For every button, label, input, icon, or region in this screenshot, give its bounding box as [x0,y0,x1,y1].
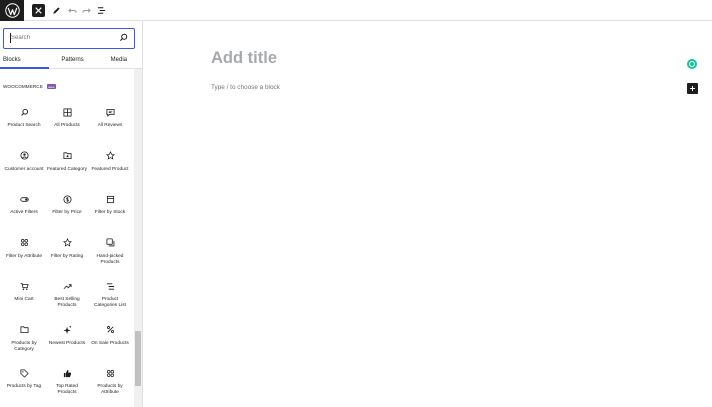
tab-media[interactable]: Media [96,51,142,68]
toggle-icon [19,196,29,202]
dollar-circle-icon [62,194,72,204]
list-icon [106,282,114,290]
block-grid: Product Search All Products All Reviews … [0,102,134,407]
redo-button[interactable] [79,6,93,15]
block-label: On Sale Products [91,340,129,346]
folder-star-icon [62,152,72,160]
block-hand-picked-products[interactable]: Hand-picked Products [89,233,131,277]
search-box [3,28,135,49]
category-title: WOOCOMMERCE [3,84,43,89]
star-outline-icon [62,238,72,247]
block-products-by-attribute[interactable]: Products by Attribute [89,363,131,407]
reviews-icon [105,108,115,117]
block-label: Product Categories List [94,297,126,309]
redo-icon [81,7,91,13]
woocommerce-badge-label: woo [48,84,55,89]
block-products-by-tag[interactable]: Products by Tag [3,363,45,407]
block-inserter-panel: Blocks Patterns Media WOOCOMMERCE woo Pr… [0,21,143,407]
close-icon [35,6,42,14]
block-product-search[interactable]: Product Search [3,102,45,146]
block-filter-by-rating[interactable]: Filter by Rating [46,233,88,277]
list-view-icon [97,6,105,14]
block-label: Top Rated Products [56,384,78,396]
percent-icon [106,326,114,333]
tools-button[interactable] [47,6,65,15]
add-block-button[interactable] [687,83,698,94]
block-label: Active Filters [10,210,38,215]
block-label: Featured Category [47,166,87,172]
woocommerce-badge: woo [46,84,56,89]
block-label: Customer account [4,166,44,172]
undo-button[interactable] [65,6,79,15]
block-label: Products by Category [11,340,37,352]
block-label: Filter by Attribute [6,253,42,259]
user-circle-icon [19,151,29,160]
block-filter-by-attribute[interactable]: Filter by Attribute [3,233,45,277]
block-filter-by-stock[interactable]: Filter by Stock [89,189,131,233]
editor-top-toolbar [0,0,712,21]
block-label: Best Selling Products [54,297,80,309]
search-icon [20,108,28,116]
block-filter-by-price[interactable]: Filter by Price [46,189,88,233]
attributes-icon [106,369,114,377]
grammarly-icon[interactable] [687,59,697,69]
block-customer-account[interactable]: Customer account [3,146,45,190]
block-label: Products by Attribute [97,384,123,396]
list-view-button[interactable] [93,6,109,15]
cart-icon [20,282,29,290]
block-label: Filter by Stock [94,210,126,215]
close-inserter-button[interactable] [32,3,45,17]
block-list: WOOCOMMERCE woo Product Search All Produ… [0,70,134,407]
block-label: All Products [54,123,80,128]
tab-patterns[interactable]: Patterns [49,51,95,68]
block-on-sale-products[interactable]: On Sale Products [89,320,131,364]
block-featured-category[interactable]: Featured Category [46,146,88,190]
block-top-rated-products[interactable]: Top Rated Products [46,363,88,407]
block-products-by-category[interactable]: Products by Category [3,320,45,364]
block-newest-products[interactable]: Newest Products [46,320,88,364]
search-icon[interactable] [119,33,128,42]
sparkle-icon [62,325,72,334]
block-mini-cart[interactable]: Mini Cart [3,276,45,320]
block-active-filters[interactable]: Active Filters [3,189,45,233]
attributes-icon [20,238,28,247]
category-header: WOOCOMMERCE woo [3,84,56,89]
star-icon [105,151,115,160]
block-all-reviews[interactable]: All Reviews [89,102,131,146]
block-label: Products by Tag [6,384,42,389]
undo-icon [67,7,77,13]
grid-icon [62,107,72,117]
post-title-input[interactable]: Add title [211,49,277,68]
tab-blocks[interactable]: Blocks [0,51,50,69]
block-label: Filter by Price [52,210,82,215]
block-all-products[interactable]: All Products [46,102,88,146]
block-label: Newest Products [48,340,86,346]
folder-icon [19,326,29,334]
wordpress-icon [4,2,20,18]
hand-picked-icon [105,238,114,247]
pencil-icon [52,6,60,14]
block-featured-product[interactable]: Featured Product [89,146,131,190]
block-label: Hand-picked Products [96,253,124,265]
block-product-categories-list[interactable]: Product Categories List [89,276,131,320]
block-label: All Reviews [97,123,123,128]
inserter-tabs: Blocks Patterns Media [0,51,142,69]
trending-icon [63,283,72,289]
block-best-selling-products[interactable]: Best Selling Products [46,276,88,320]
block-appender-placeholder[interactable]: Type / to choose a block [211,84,280,91]
wordpress-logo-button[interactable] [0,0,24,21]
thumbs-up-icon [63,369,71,377]
tag-icon [19,368,29,378]
plus-icon [690,86,695,91]
block-label: Featured Product [91,166,129,172]
search-input[interactable] [4,29,114,47]
scrollbar-thumb[interactable] [135,331,141,386]
box-icon [106,195,114,203]
block-label: Product Search [7,123,41,128]
block-label: Filter by Rating [50,253,84,259]
block-label: Mini Cart [14,297,34,302]
editor-canvas: Add title Type / to choose a block [143,21,712,407]
